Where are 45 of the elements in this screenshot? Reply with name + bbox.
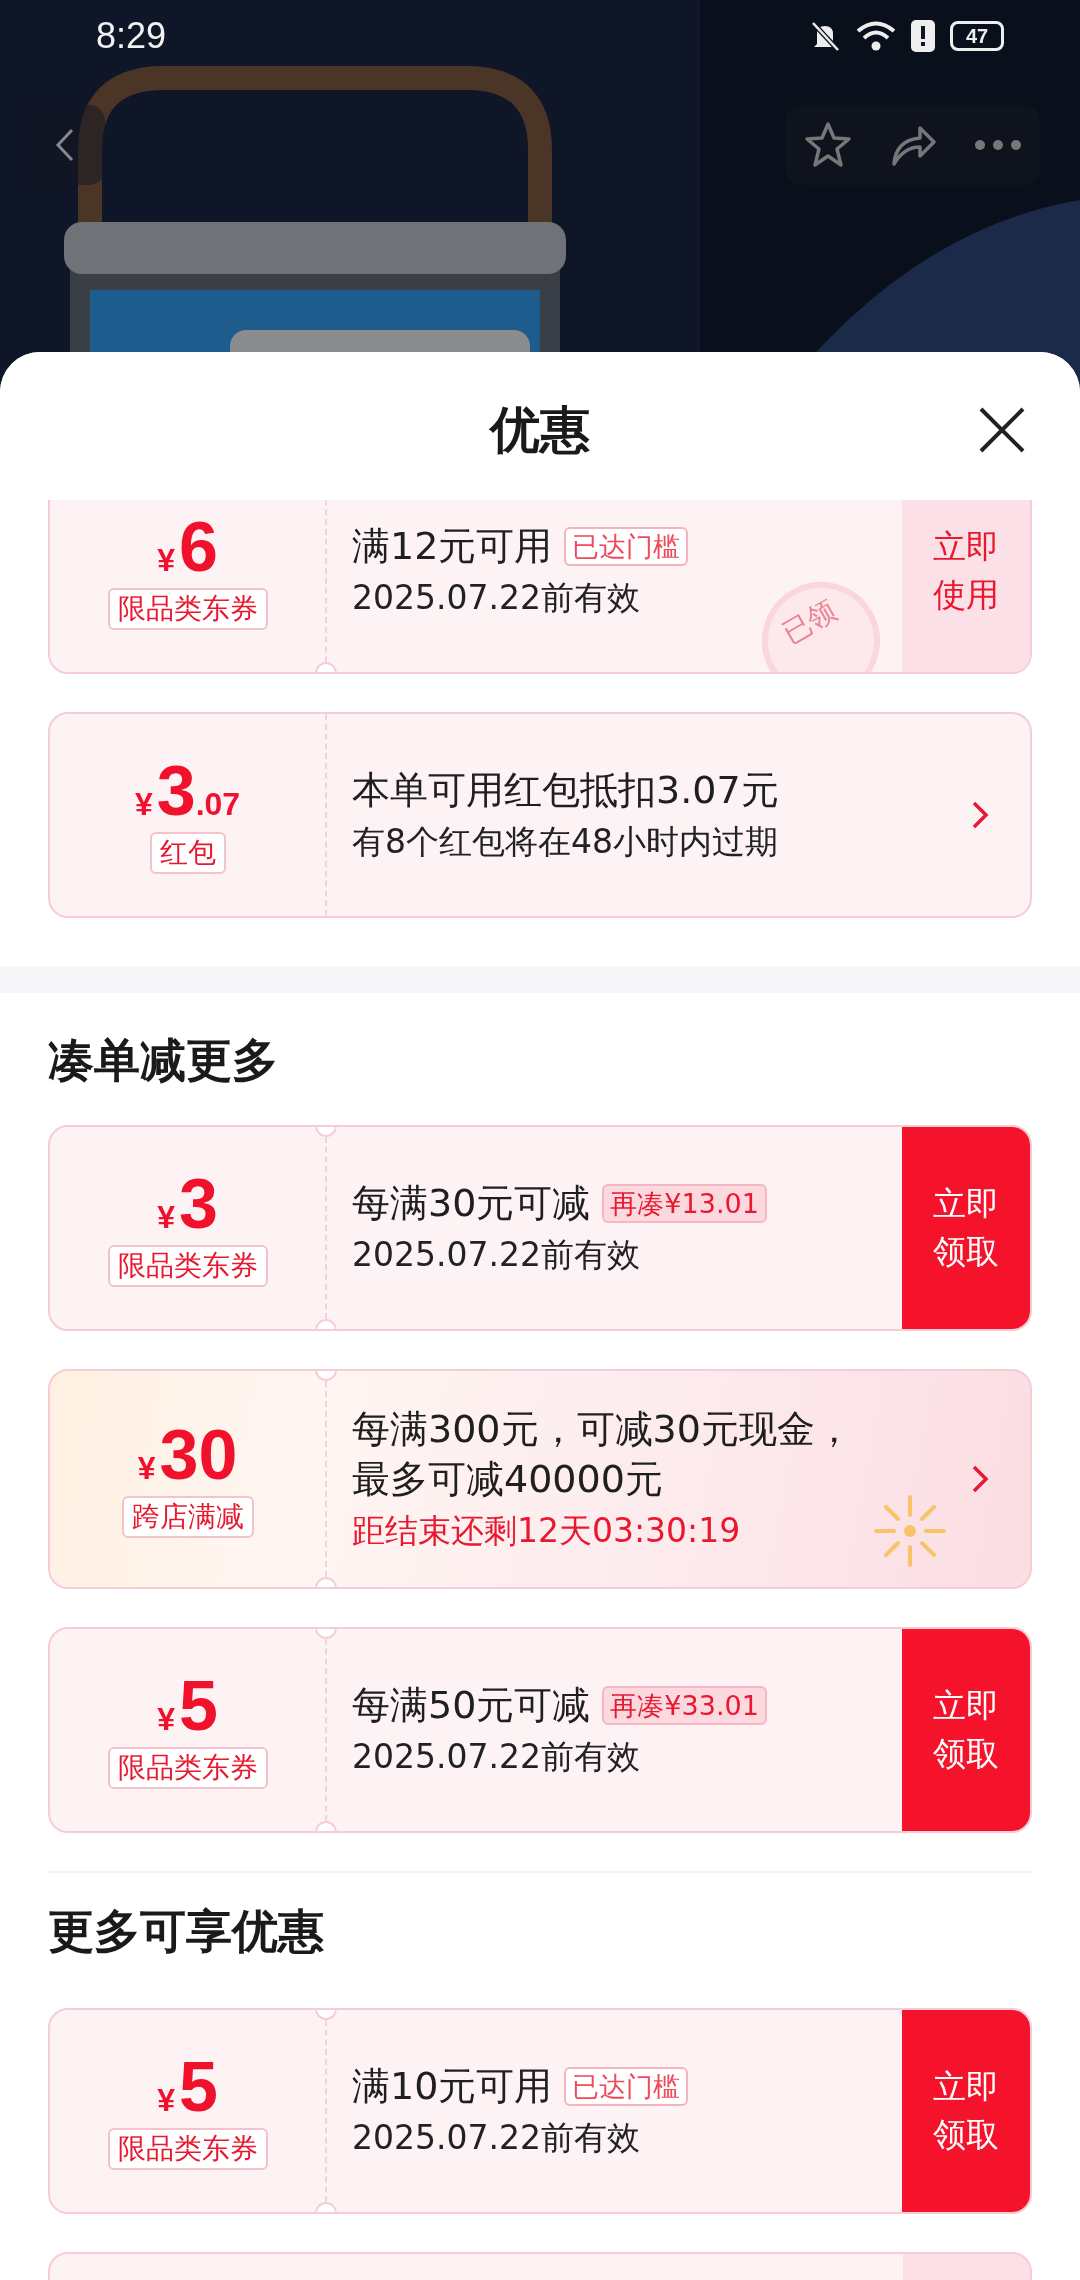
coupon-condition: 满10元可用	[352, 2062, 553, 2110]
coupon-tag: 限品类东券	[107, 1245, 268, 1287]
coupon-condition: 每满50元可减	[352, 1681, 591, 1729]
status-time: 8:29	[96, 15, 167, 57]
coupon-amount: ¥6	[157, 512, 218, 583]
coupon-amount: ¥5	[157, 1671, 218, 1742]
alert-icon	[910, 19, 936, 53]
coupon-amount: ¥5	[157, 2052, 218, 2123]
coupon-tag: 红包	[149, 832, 226, 874]
coupon-tag: 限品类东券	[107, 2128, 268, 2170]
section-heading: 更多可享优惠	[47, 1906, 325, 1956]
coupon-condition: 每满30元可减	[352, 1179, 591, 1227]
coupon-condition: 满12元可用	[352, 522, 553, 570]
coupon-tag: 跨店满减	[121, 1496, 254, 1538]
coupon-action-button[interactable]: 立即领取	[902, 2010, 1030, 2212]
coupon-validity: 2025.07.22前有效	[352, 2117, 640, 2160]
sheet-title: 优惠	[490, 402, 590, 458]
coupon-action-button[interactable]: 立即领取	[902, 1127, 1030, 1329]
coupon-validity: 2025.07.22前有效	[352, 1736, 640, 1779]
chevron-right-icon	[971, 800, 989, 830]
coupon-note: 有8个红包将在48小时内过期	[352, 821, 778, 864]
coupon-action-button[interactable]: 立即使用	[902, 500, 1030, 672]
back-icon	[55, 127, 75, 163]
threshold-badge: 已达门槛	[564, 2066, 689, 2107]
coupon-validity: 2025.07.22前有效	[352, 1234, 640, 1277]
coupon-amount: ¥30	[137, 1420, 238, 1491]
chevron-right-icon	[971, 1464, 989, 1494]
coupon-action-button[interactable]: 立即领取	[902, 1629, 1030, 1831]
countdown-text: 距结束还剩12天03:30:19	[352, 1509, 741, 1552]
threshold-badge: 已达门槛	[564, 526, 689, 567]
coupon-amount: ¥3	[157, 1169, 218, 1240]
battery-level: 47	[950, 21, 1004, 51]
coupon-tag: 限品类东券	[107, 588, 268, 630]
star-icon	[802, 120, 853, 170]
promo-description: 每满300元，可减30元现金，最多可减40000元	[352, 1406, 854, 1503]
coupon-validity: 2025.07.22前有效	[352, 577, 640, 620]
threshold-badge: 再凑¥13.01	[602, 1183, 767, 1224]
section-heading: 凑单减更多	[47, 1035, 279, 1085]
coupon-amount: ¥3.07	[134, 756, 241, 827]
more-icon	[972, 139, 1023, 151]
threshold-badge: 再凑¥33.01	[602, 1685, 767, 1726]
coupon-condition: 本单可用红包抵扣3.07元	[352, 766, 779, 814]
coupon-tag: 限品类东券	[107, 1747, 268, 1789]
wifi-icon	[856, 19, 896, 53]
close-icon	[978, 406, 1026, 454]
